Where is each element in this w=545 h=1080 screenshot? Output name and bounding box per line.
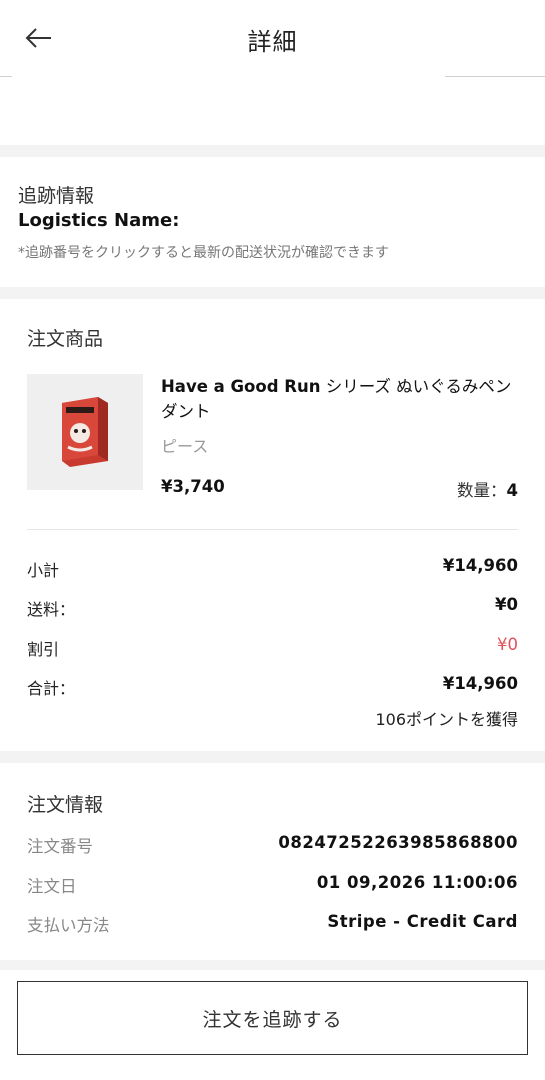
track-order-label: 注文を追跡する: [202, 1008, 343, 1031]
page-title: 詳細: [247, 28, 298, 56]
header-bar: 詳細: [0, 0, 545, 78]
section-gap: [0, 287, 545, 299]
points-earned: 106ポイントを獲得: [375, 710, 518, 729]
product-box-image: [62, 397, 108, 467]
logistics-name[interactable]: Logistics Name:: [18, 210, 179, 231]
header-divider-left: [0, 76, 12, 77]
section-gap: [0, 751, 545, 763]
payment-method-label: 支払い方法: [27, 916, 110, 935]
discount-value: ¥0: [497, 635, 518, 654]
total-label: 合計：: [27, 679, 76, 698]
items-divider: [27, 529, 518, 530]
order-info-title: 注文情報: [27, 794, 104, 816]
order-number-value: 08247252263985868800: [278, 833, 518, 852]
total-value: ¥14,960: [442, 674, 518, 693]
product-price: ¥3,740: [161, 477, 225, 496]
subtotal-label: 小計: [27, 561, 60, 580]
subtotal-value: ¥14,960: [442, 556, 518, 575]
header-divider-right: [445, 76, 545, 77]
quantity-value: 4: [506, 481, 518, 500]
section-gap: [0, 960, 545, 970]
product-name-en: Have a Good Run: [161, 377, 321, 396]
order-date-value: 01 09,2026 11:00:06: [316, 873, 518, 892]
track-order-button[interactable]: 注文を追跡する: [17, 981, 528, 1055]
payment-method-value: Stripe - Credit Card: [327, 912, 518, 931]
shipping-value: ¥0: [495, 595, 518, 614]
order-date-label: 注文日: [27, 877, 77, 896]
product-variant: ピース: [161, 437, 209, 456]
order-number-label: 注文番号: [27, 837, 93, 856]
order-items-title: 注文商品: [27, 328, 104, 350]
product-thumbnail[interactable]: [27, 374, 143, 490]
tracking-note: *追跡番号をクリックすると最新の配送状況が確認できます: [18, 245, 389, 261]
product-quantity: 数量：4: [457, 477, 518, 501]
discount-label: 割引: [27, 640, 60, 659]
section-gap: [0, 145, 545, 157]
shipping-label: 送料：: [27, 600, 76, 619]
product-name[interactable]: Have a Good Run シリーズ ぬいぐるみペンダント: [161, 374, 526, 424]
tracking-title: 追跡情報: [18, 185, 95, 207]
quantity-label: 数量：: [457, 481, 507, 500]
